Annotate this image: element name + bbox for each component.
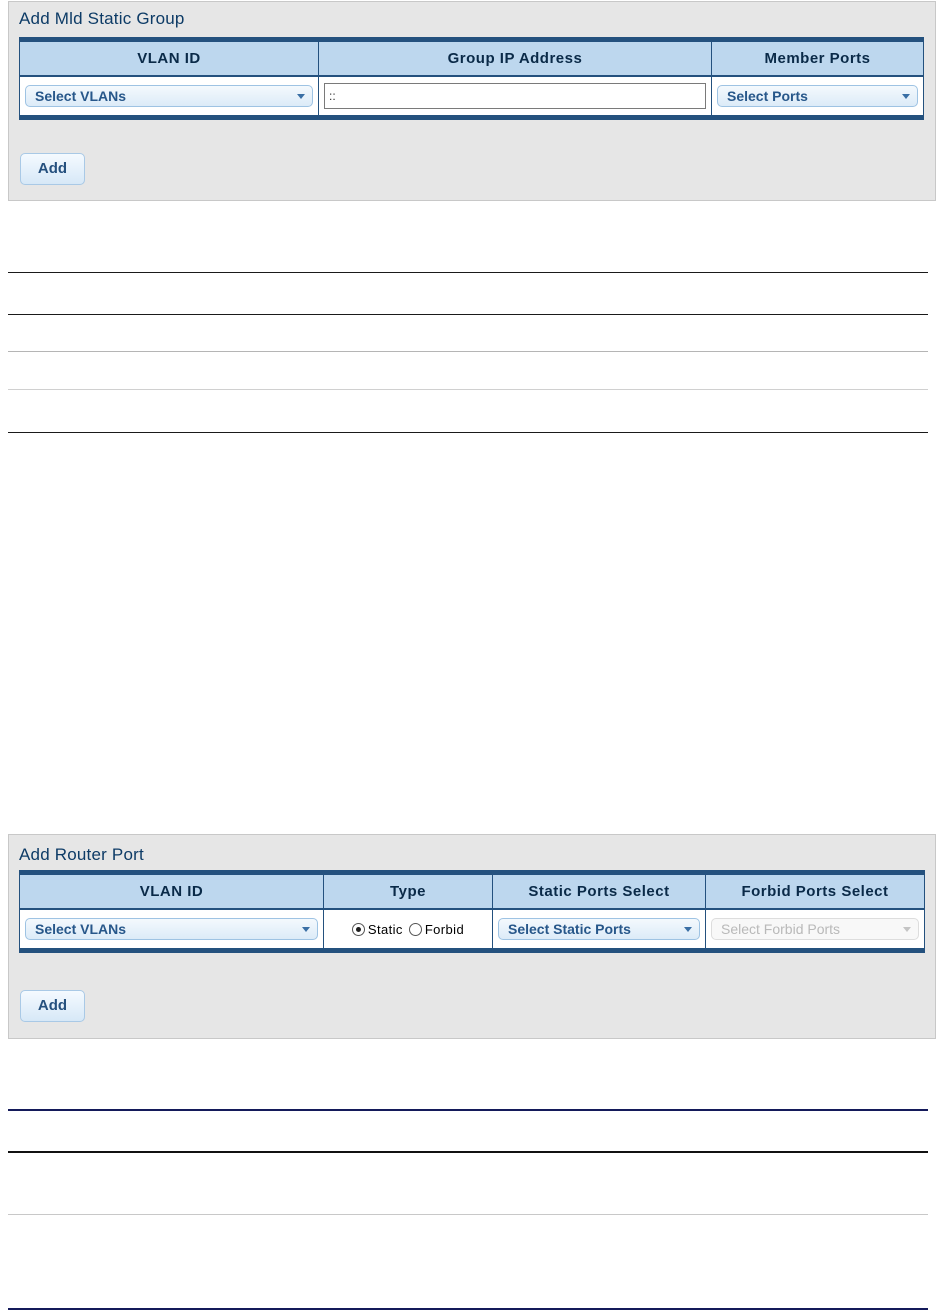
- vlan-select[interactable]: Select VLANs: [25, 918, 318, 940]
- group-ip-address-input[interactable]: ::: [324, 83, 706, 109]
- forbid-ports-cell: Select Forbid Ports: [705, 908, 925, 951]
- vlan-select-label: Select VLANs: [35, 88, 127, 104]
- add-mld-static-group-panel: Add Mld Static Group VLAN ID Group IP Ad…: [8, 1, 936, 201]
- type-static-radio[interactable]: [351, 922, 365, 936]
- divider: [8, 1308, 928, 1310]
- static-ports-select[interactable]: Select Static Ports: [498, 918, 700, 940]
- divider: [8, 1151, 928, 1153]
- member-ports-cell: Select Ports: [711, 75, 924, 118]
- static-ports-select-label: Select Static Ports: [508, 921, 631, 937]
- type-forbid-radio[interactable]: [408, 922, 422, 936]
- chevron-down-icon: [903, 927, 911, 932]
- column-header-group-ip-address: Group IP Address: [318, 39, 712, 76]
- divider: [8, 1214, 928, 1215]
- chevron-down-icon: [297, 94, 305, 99]
- chevron-down-icon: [302, 927, 310, 932]
- vlan-id-cell: Select VLANs: [19, 908, 324, 951]
- column-header-type: Type: [323, 872, 493, 909]
- add-button[interactable]: Add: [20, 153, 85, 185]
- divider: [8, 432, 928, 433]
- group-ip-cell: ::: [318, 75, 712, 118]
- table-row: Select VLANs :: Select Ports: [19, 75, 924, 118]
- chevron-down-icon: [684, 927, 692, 932]
- chevron-down-icon: [902, 94, 910, 99]
- column-header-member-ports: Member Ports: [711, 39, 924, 76]
- vlan-id-cell: Select VLANs: [19, 75, 319, 118]
- forbid-ports-select: Select Forbid Ports: [711, 918, 919, 940]
- type-static-label: Static: [367, 921, 403, 937]
- column-header-static-ports-select: Static Ports Select: [492, 872, 706, 909]
- column-header-vlan-id: VLAN ID: [19, 872, 324, 909]
- forbid-ports-select-label: Select Forbid Ports: [721, 921, 841, 937]
- column-header-vlan-id: VLAN ID: [19, 39, 319, 76]
- add-button[interactable]: Add: [20, 990, 85, 1022]
- type-cell: Static Forbid: [323, 908, 493, 951]
- column-header-forbid-ports-select: Forbid Ports Select: [705, 872, 925, 909]
- add-router-port-panel: Add Router Port VLAN ID Type Static Port…: [8, 834, 936, 1039]
- member-ports-select[interactable]: Select Ports: [717, 85, 918, 107]
- divider: [8, 389, 928, 390]
- divider: [8, 314, 928, 315]
- divider: [8, 272, 928, 273]
- panel-title: Add Router Port: [19, 845, 144, 864]
- router-port-table: VLAN ID Type Static Ports Select Forbid …: [19, 870, 925, 953]
- vlan-select-label: Select VLANs: [35, 921, 127, 937]
- type-forbid-label: Forbid: [424, 921, 465, 937]
- vlan-select[interactable]: Select VLANs: [25, 85, 313, 107]
- static-ports-cell: Select Static Ports: [492, 908, 706, 951]
- panel-title: Add Mld Static Group: [19, 9, 185, 28]
- table-row: Select VLANs Static Forbid Select Static…: [19, 908, 925, 951]
- type-radio-group: Static Forbid: [329, 922, 487, 937]
- mld-static-group-table: VLAN ID Group IP Address Member Ports Se…: [19, 37, 924, 120]
- member-ports-select-label: Select Ports: [727, 88, 808, 104]
- divider: [8, 351, 928, 352]
- divider: [8, 1109, 928, 1111]
